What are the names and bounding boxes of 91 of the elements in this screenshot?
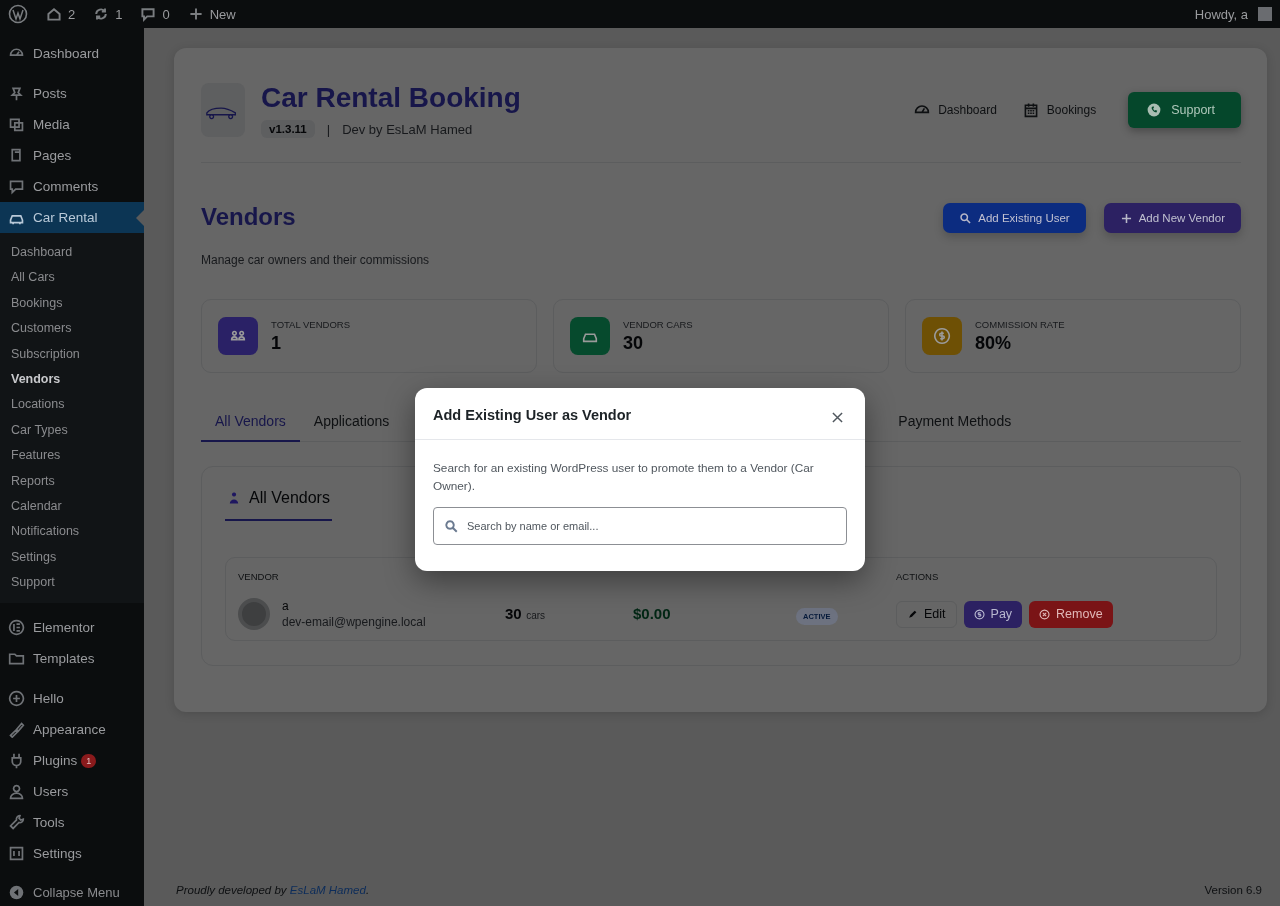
stat-value: 1	[271, 332, 282, 354]
sidebar-item[interactable]: Dashboard	[33, 46, 100, 61]
admin-bar-item[interactable]: 2	[68, 6, 76, 22]
panel-title: All Vendors	[249, 489, 330, 507]
submenu-item[interactable]: Customers	[0, 316, 144, 342]
home-icon[interactable]	[46, 6, 62, 22]
search-icon	[959, 211, 973, 225]
submenu-item[interactable]: Vendors	[0, 366, 144, 393]
car-logo-icon	[201, 83, 245, 137]
footer-period: .	[365, 884, 370, 896]
comment-icon	[8, 178, 25, 195]
page-title: Vendors	[201, 203, 297, 231]
refresh-icon[interactable]	[93, 6, 110, 22]
media-icon	[8, 116, 25, 133]
plug-icon	[8, 752, 25, 770]
settings-icon	[8, 845, 25, 863]
stat-label: COMMISSION RATE	[975, 318, 1065, 330]
pin-icon	[8, 85, 25, 102]
column-header: ACTIONS	[896, 571, 939, 582]
user-greeting[interactable]: Howdy, a	[1194, 6, 1248, 22]
add-new-vendor-button[interactable]: Add New Vendor	[1103, 203, 1241, 233]
sidebar-item[interactable]: Pages	[33, 148, 72, 163]
stat-label: TOTAL VENDORS	[271, 318, 350, 330]
action-button[interactable]: Edit	[896, 600, 957, 628]
submenu-item[interactable]: Support	[0, 570, 144, 596]
stat-value: 80%	[975, 332, 1013, 354]
version-text: Version 6.9	[1204, 884, 1262, 896]
search-icon	[444, 519, 459, 534]
earnings-value: $0.00	[633, 605, 671, 622]
footer-credit: Proudly developed by	[176, 884, 288, 896]
sidebar-item[interactable]: Settings	[33, 846, 82, 862]
developer-text: Dev by EsLaM Hamed	[342, 121, 473, 137]
version-tag: v1.3.11	[261, 120, 315, 138]
submenu-item[interactable]: Subscription	[0, 341, 144, 367]
remove-icon	[1039, 608, 1051, 620]
column-header: VENDOR	[237, 571, 280, 582]
phone-icon	[1146, 102, 1163, 118]
cars-unit: cars	[526, 610, 546, 621]
submenu-item[interactable]: Notifications	[0, 519, 144, 545]
comment-icon[interactable]	[140, 6, 157, 22]
collapse-menu-button[interactable]: Collapse Menu	[33, 884, 120, 900]
add-existing-user-button[interactable]: Add Existing User	[943, 203, 1086, 233]
vendor-name: a	[282, 599, 290, 613]
admin-bar-item[interactable]: 0	[162, 6, 170, 22]
sidebar-item[interactable]: Hello	[33, 691, 64, 707]
support-button[interactable]: Support	[1128, 92, 1241, 128]
plus-icon[interactable]	[187, 6, 204, 22]
wordpress-logo-icon[interactable]	[8, 4, 28, 24]
submenu-item[interactable]: Locations	[0, 392, 144, 418]
submenu-item[interactable]: Car Types	[0, 417, 144, 444]
search-field[interactable]: Search by name or email...	[433, 507, 847, 545]
sidebar-item[interactable]: Posts	[33, 86, 67, 101]
user-icon	[8, 783, 25, 801]
submenu-item[interactable]: Features	[0, 443, 144, 469]
sidebar-item[interactable]: Elementor	[33, 620, 95, 636]
sidebar-item[interactable]: Media	[33, 117, 70, 132]
stat-label: VENDOR CARS	[623, 318, 693, 330]
page-subtitle: Manage car owners and their commissions	[201, 253, 430, 267]
sidebar-item[interactable]: Comments	[33, 179, 99, 194]
submenu-item[interactable]: Settings	[0, 544, 144, 571]
collapse-icon[interactable]	[8, 883, 25, 901]
stat-value: 30	[623, 332, 645, 354]
submenu-item[interactable]: Dashboard	[0, 240, 144, 266]
wrench-icon	[8, 814, 25, 832]
action-button[interactable]: Pay	[963, 600, 1023, 628]
calendar-icon[interactable]	[1022, 102, 1039, 118]
submenu-item[interactable]: Calendar	[0, 493, 144, 520]
cars-count: 30	[505, 605, 522, 622]
modal-description: Search for an existing WordPress user to promote them to a Vendor (Car Owner).	[433, 460, 815, 495]
user-icon	[227, 491, 241, 505]
coin-icon	[973, 608, 985, 620]
sidebar-item[interactable]: Appearance	[33, 722, 106, 738]
elementor-icon	[8, 619, 25, 637]
admin-bar-item[interactable]: New	[209, 6, 236, 22]
pencil-icon	[907, 608, 918, 620]
sidebar-item[interactable]: Templates	[33, 651, 95, 667]
count-badge: 1	[81, 753, 97, 768]
action-button[interactable]: Remove	[1029, 600, 1113, 628]
admin-bar-item[interactable]: 1	[115, 6, 123, 22]
app-title: Car Rental Booking	[261, 82, 521, 114]
vendor-email: dev-email@wpengine.local	[282, 615, 426, 629]
submenu-item[interactable]: All Cars	[0, 265, 144, 291]
sidebar-item[interactable]: Plugins	[33, 753, 78, 769]
separator-text: |	[326, 121, 331, 137]
sidebar-item[interactable]: Tools	[33, 815, 65, 831]
submenu-item[interactable]: Reports	[0, 468, 144, 494]
plus-icon	[1119, 211, 1133, 225]
submenu-item[interactable]: Bookings	[0, 290, 144, 317]
avatar-icon	[238, 598, 270, 630]
modal-title: Add Existing User as Vendor	[433, 406, 632, 423]
sidebar-item[interactable]: Users	[33, 784, 69, 800]
